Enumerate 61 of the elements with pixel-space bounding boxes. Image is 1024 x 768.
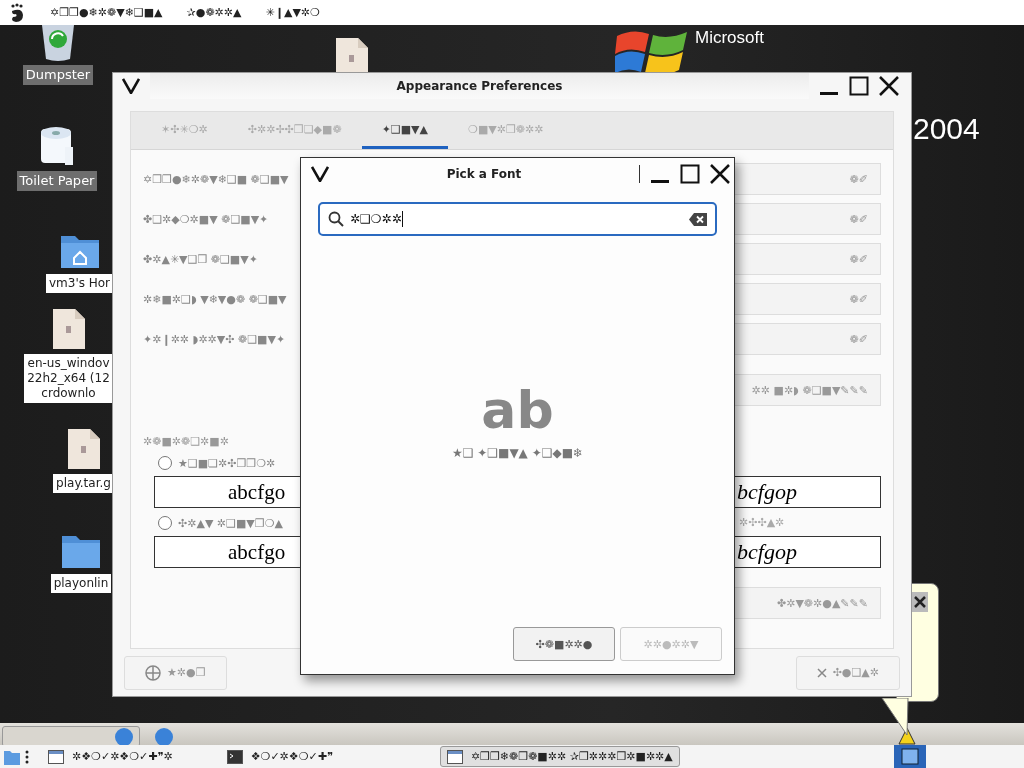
details-button[interactable]: ✤✲▼❁✲●▲✎✎✎ [735, 587, 881, 619]
window-menu-icon[interactable] [122, 78, 140, 94]
details-button[interactable]: ✲✲ ■✲◗ ❁❑■▼✎✎✎ [735, 374, 881, 406]
font-preview: bcfgop [735, 476, 881, 508]
font-placeholder-icon: ab [481, 383, 554, 436]
logo-version: 2004 [913, 112, 980, 146]
desktop-icon-label[interactable]: vm3's Hor [45, 274, 114, 293]
desktop-icon-label[interactable]: Toilet Paper [16, 171, 98, 191]
menu-item[interactable]: ✳❙▲▼✲❍ [265, 6, 320, 19]
font-label: ✦✲❙✲✲ ◗✲✲▼✣ ❁❑■▼✦ [143, 332, 286, 346]
file-icon [51, 308, 86, 350]
workspace-switcher-icon[interactable] [894, 745, 926, 768]
terminal-icon [226, 749, 243, 764]
radio-button[interactable] [158, 516, 172, 530]
maximize-icon[interactable] [849, 76, 869, 96]
radio-label: ★❑■❏✲✣❒❒❍✲ [178, 456, 276, 470]
maximize-icon[interactable] [680, 164, 700, 184]
dialog-title: Pick a Font [445, 167, 523, 181]
window-menu-icon[interactable] [311, 166, 329, 182]
search-field[interactable]: ✲❑❍✲✲ [318, 202, 717, 236]
desktop-icon-label[interactable]: play.tar.g [53, 474, 114, 493]
taskbar-item[interactable]: ✡❒❒❄❁❒❁■✲✲ ✰❒✲✲✲❒✲■✲✲▲ [439, 746, 680, 767]
empty-message: ★❑ ✦❑■▼▲ ✦❑◆■❄ [451, 445, 584, 460]
font-button[interactable]: ❁✐ [735, 243, 881, 275]
taskbar-item[interactable]: ❖❍✓✲❖❍✓✚❞ [219, 746, 340, 767]
dialog-button[interactable]: ✣❁■✲✲● [513, 627, 615, 661]
font-button[interactable]: ❁✐ [735, 163, 881, 195]
desktop-icon-label[interactable]: en-us_windov 22h2_x64 (12 crdownlo [24, 354, 113, 403]
menu-item[interactable]: ✰●❁✲✲▲ [186, 6, 242, 19]
desktop-icon-label[interactable]: playonlin [50, 574, 112, 593]
lifebuoy-icon [145, 664, 161, 681]
font-preview: bcfgop [735, 536, 881, 568]
radio-label: ✣✲▲▼ ✲❑■▼❒❍▲ [178, 516, 283, 530]
section-heading: ✲❁■✲❁❑✲■✲ [143, 435, 230, 448]
handle-icon[interactable] [25, 748, 29, 765]
logo-brand: Microsoft [695, 28, 764, 49]
font-label: ✤❑✲◆❍✲■▼ ❁❑■▼✦ [143, 212, 269, 226]
close-icon[interactable] [879, 76, 899, 96]
help-button[interactable]: ★✲●❒ [124, 655, 227, 690]
file-icon [66, 428, 101, 470]
close-icon [816, 667, 827, 678]
close-icon[interactable] [710, 164, 730, 184]
search-icon [328, 211, 344, 227]
clear-icon[interactable] [689, 212, 707, 226]
window-icon [48, 749, 64, 764]
close-icon[interactable] [912, 592, 928, 612]
font-preview: abcfgo [154, 536, 302, 568]
close-button[interactable]: ✣●❑▲✲ [795, 655, 900, 690]
window-title: Appearance Preferences [150, 73, 809, 99]
font-preview: abcfgo [154, 476, 302, 508]
font-label: ✤✲▲✳▼❑❒ ❁❑■▼✦ [143, 252, 258, 266]
font-button[interactable]: ❁✐ [735, 323, 881, 355]
menu-item[interactable]: ✡❒❒●❄✲❁▼❄❑■▲ [50, 6, 163, 19]
font-label: ✡❒❒●❄✲❁▼❄❑■ ❁❑■▼ [143, 172, 289, 186]
radio-button[interactable] [158, 456, 172, 470]
font-button[interactable]: ❁✐ [735, 283, 881, 315]
font-button[interactable]: ❁✐ [735, 203, 881, 235]
font-label: ✲❄■✲❑◗ ▼❄▼●❁ ❁❑■▼ [143, 292, 287, 306]
window-icon [446, 749, 463, 764]
taskbar-item[interactable]: ✲❖❍✓✲❖❍✓✚❞✲ [41, 746, 180, 767]
desktop-icon-label[interactable]: Dumpster [22, 65, 94, 85]
